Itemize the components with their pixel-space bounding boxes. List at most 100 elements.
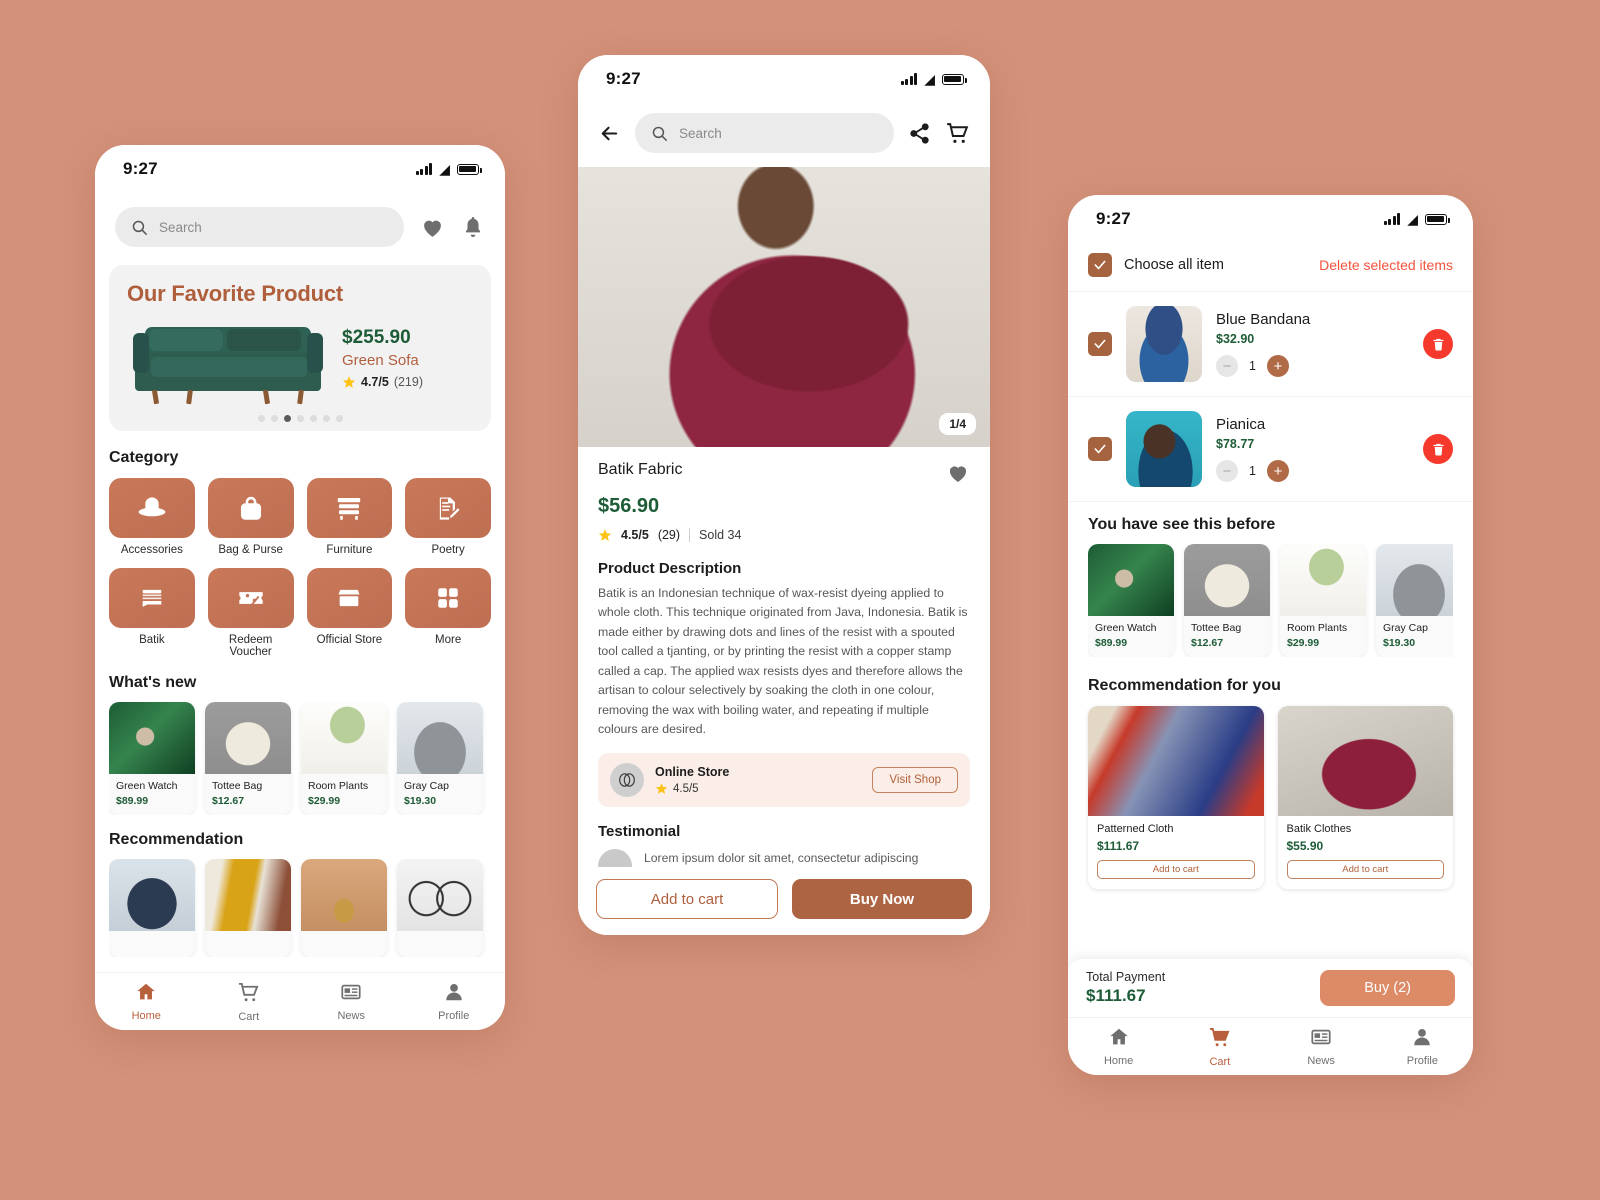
- product-card[interactable]: Green Watch $89.99: [1088, 544, 1174, 657]
- status-time: 9:27: [123, 159, 158, 178]
- visit-shop-button[interactable]: Visit Shop: [872, 767, 958, 794]
- recommendation-section: Recommendation: [95, 831, 505, 957]
- quantity-decrease-button[interactable]: −: [1216, 460, 1238, 482]
- product-card[interactable]: Gray Cap $19.30: [397, 702, 483, 815]
- banner-info: $255.90 Green Sofa 4.7/5 (219): [342, 311, 423, 389]
- nav-item-home[interactable]: Home: [95, 981, 198, 1022]
- cart-item-price: $32.90: [1216, 332, 1255, 346]
- product-price: $12.67: [212, 795, 245, 807]
- seen-before-list[interactable]: Green Watch $89.99 Tottee Bag $12.67 Roo…: [1088, 544, 1453, 657]
- status-bar: 9:27 ◢: [578, 55, 990, 103]
- add-to-cart-button[interactable]: Add to cart: [1097, 860, 1255, 879]
- nav-item-home[interactable]: Home: [1068, 1026, 1169, 1067]
- nav-label: News: [1307, 1055, 1335, 1067]
- product-image: [109, 859, 195, 931]
- whats-new-list[interactable]: Green Watch $89.99 Tottee Bag $12.67 Roo…: [109, 702, 491, 815]
- buy-button[interactable]: Buy (2): [1320, 970, 1455, 1006]
- nav-item-profile[interactable]: Profile: [403, 981, 506, 1022]
- product-name: Green Watch: [116, 780, 178, 792]
- star-icon: [342, 375, 356, 389]
- bell-icon[interactable]: [461, 215, 485, 239]
- arrow-left-icon[interactable]: [598, 122, 621, 145]
- category-item-furniture[interactable]: Furniture: [306, 478, 393, 556]
- search-input[interactable]: Search: [635, 113, 894, 153]
- cart-item-image[interactable]: [1126, 306, 1202, 382]
- testimonial-title: Testimonial: [598, 823, 681, 841]
- battery-icon: [942, 73, 967, 85]
- product-gallery-image[interactable]: 1/4: [578, 167, 990, 447]
- product-card[interactable]: [301, 859, 387, 957]
- nav-label: Profile: [1406, 1055, 1438, 1067]
- buy-now-button[interactable]: Buy Now: [792, 879, 972, 919]
- cart-icon[interactable]: [945, 121, 970, 146]
- cart-item-image[interactable]: [1126, 411, 1202, 487]
- nav-item-news[interactable]: News: [300, 981, 403, 1022]
- product-card[interactable]: Gray Cap $19.30: [1376, 544, 1453, 657]
- cart-item-checkbox[interactable]: [1088, 437, 1112, 461]
- cart-item-checkbox[interactable]: [1088, 332, 1112, 356]
- gallery-counter: 1/4: [939, 413, 976, 435]
- carousel-dots[interactable]: [109, 415, 491, 422]
- quantity-stepper: − 1 +: [1216, 355, 1409, 377]
- choose-all-label: Choose all item: [1124, 257, 1224, 273]
- share-icon[interactable]: [908, 122, 931, 145]
- nav-item-cart[interactable]: Cart: [198, 981, 301, 1023]
- wifi-icon: ◢: [439, 161, 450, 177]
- product-price: $89.99: [116, 795, 149, 807]
- recommendation-card[interactable]: Batik Clothes $55.90 Add to cart: [1277, 706, 1453, 889]
- favorite-product-banner[interactable]: Our Favorite Product $255.90 Green Sofa: [109, 265, 491, 431]
- category-item-redeem-voucher[interactable]: Redeem Voucher: [207, 568, 294, 658]
- store-card[interactable]: Online Store 4.5/5 Visit Shop: [598, 753, 970, 808]
- nav-label: Profile: [438, 1010, 470, 1022]
- category-item-bag-purse[interactable]: Bag & Purse: [207, 478, 294, 556]
- product-price: $19.30: [1383, 637, 1416, 649]
- news-icon: [340, 981, 362, 1003]
- product-card[interactable]: Room Plants $29.99: [1280, 544, 1366, 657]
- recommendation-section: Recommendation for you Patterned Cloth $…: [1068, 663, 1473, 889]
- search-input[interactable]: Search: [115, 207, 404, 247]
- quantity-decrease-button[interactable]: −: [1216, 355, 1238, 377]
- product-price: $111.67: [1097, 839, 1140, 853]
- category-item-batik[interactable]: Batik: [109, 568, 195, 658]
- product-card[interactable]: [397, 859, 483, 957]
- cart-item-info: Blue Bandana $32.90 − 1 +: [1216, 311, 1409, 377]
- category-item-more[interactable]: More: [405, 568, 491, 658]
- heart-icon[interactable]: [420, 215, 445, 240]
- category-label: Poetry: [431, 544, 465, 556]
- add-to-cart-button[interactable]: Add to cart: [596, 879, 778, 919]
- profile-icon: [443, 981, 465, 1003]
- trash-icon[interactable]: [1423, 434, 1453, 464]
- product-card[interactable]: Green Watch $89.99: [109, 702, 195, 815]
- delete-selected-button[interactable]: Delete selected items: [1319, 257, 1453, 273]
- product-card[interactable]: [205, 859, 291, 957]
- nav-item-profile[interactable]: Profile: [1372, 1026, 1473, 1067]
- trash-icon[interactable]: [1423, 329, 1453, 359]
- total-value: $111.67: [1086, 986, 1146, 1005]
- product-card[interactable]: [109, 859, 195, 957]
- cellular-signal-icon: [415, 163, 433, 175]
- banner-rating-count: (219): [393, 375, 423, 389]
- choose-all-checkbox[interactable]: [1088, 253, 1112, 277]
- recommendation-card[interactable]: Patterned Cloth $111.67 Add to cart: [1088, 706, 1264, 889]
- product-card[interactable]: Tottee Bag $12.67: [1184, 544, 1270, 657]
- nav-item-cart[interactable]: Cart: [1169, 1026, 1270, 1068]
- heart-icon[interactable]: [946, 461, 970, 485]
- category-item-official-store[interactable]: Official Store: [306, 568, 393, 658]
- nav-item-news[interactable]: News: [1271, 1026, 1372, 1067]
- star-icon: [598, 528, 612, 542]
- category-item-poetry[interactable]: Poetry: [405, 478, 491, 556]
- add-to-cart-button[interactable]: Add to cart: [1286, 860, 1444, 879]
- battery-icon: [457, 163, 482, 175]
- category-label: Batik: [139, 634, 165, 646]
- status-bar: 9:27 ◢: [95, 145, 505, 193]
- wallpaper-background: 9:27 ◢ Search Our Favorite Product $255.…: [0, 0, 1600, 1200]
- recommendation-list[interactable]: [109, 859, 491, 957]
- product-card[interactable]: Tottee Bag $12.67: [205, 702, 291, 815]
- store-rating: 4.5/5: [655, 782, 729, 795]
- quantity-increase-button[interactable]: +: [1266, 355, 1289, 377]
- banner-rating-value: 4.7/5: [361, 375, 389, 389]
- product-image: [397, 702, 483, 774]
- quantity-increase-button[interactable]: +: [1266, 460, 1289, 482]
- category-item-accessories[interactable]: Accessories: [109, 478, 195, 556]
- product-card[interactable]: Room Plants $29.99: [301, 702, 387, 815]
